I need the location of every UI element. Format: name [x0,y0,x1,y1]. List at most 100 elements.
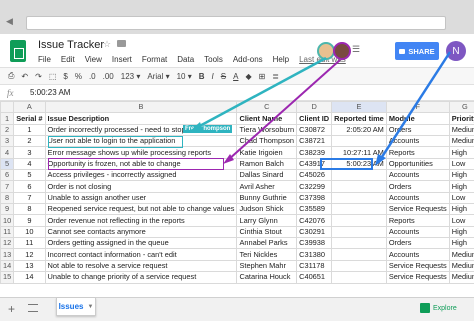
row-header[interactable]: 1 [0,112,15,125]
menu-file[interactable]: File [38,55,51,64]
font-dropdown[interactable]: Arial ▾ [147,72,169,81]
cell-reported-time[interactable] [331,214,387,227]
cell-reported-time[interactable]: Reported time [331,112,387,125]
cell-priority[interactable]: Medium [448,135,474,148]
cell-priority[interactable]: Low [448,157,474,171]
share-button[interactable]: SHARE [395,42,439,60]
cell-client-id[interactable]: C31380 [296,248,333,261]
cell-serial[interactable]: 13 [13,259,46,273]
formula-input[interactable]: 5:00:23 AM [30,88,70,97]
sheets-logo-icon[interactable] [10,40,26,62]
cell-module[interactable]: Accounts [385,169,450,182]
menu-format[interactable]: Format [142,55,167,64]
star-icon[interactable]: ☆ [103,39,111,50]
cell-reported-time[interactable]: 2:05:20 AM [331,123,387,137]
cell-client-name[interactable]: Teri Nickles [236,248,298,261]
cell-priority[interactable]: High [448,203,474,216]
cell-issue-description[interactable]: Order is not closing [44,180,238,193]
cell-serial[interactable]: 11 [13,237,46,250]
cell-issue-description[interactable]: User not able to login to the applicatio… [44,135,238,148]
menu-view[interactable]: View [85,55,102,64]
cell-client-id[interactable]: C39938 [296,237,333,250]
cell-priority[interactable]: High [448,237,474,250]
cell-client-id[interactable]: C38239 [296,146,333,159]
cell-client-id[interactable]: C30291 [296,225,333,239]
cell-priority[interactable]: Low [448,191,474,205]
grid-corner[interactable] [0,100,15,114]
collaborator-avatar[interactable] [333,42,351,60]
bold-button[interactable]: B [199,72,205,81]
row-header[interactable]: 2 [0,123,15,137]
column-header-b[interactable]: B [44,100,238,114]
cell-priority[interactable]: High [448,225,474,239]
row-header[interactable]: 3 [0,135,15,148]
cell-module[interactable]: Service Requests [385,271,450,284]
fill-color-icon[interactable]: ◆ [245,72,251,81]
all-sheets-icon[interactable] [28,304,38,312]
cell-module[interactable]: Reports [385,146,450,159]
column-header-a[interactable]: A [13,100,46,114]
cell-client-name[interactable]: Ramon Balch [236,157,298,171]
percent-button[interactable]: % [75,72,82,81]
cell-reported-time[interactable] [331,169,387,182]
cell-module[interactable]: Opportunities [385,157,450,171]
column-header-c[interactable]: C [236,100,298,114]
cell-issue-description[interactable]: Incorrect contact information - can't ed… [44,248,238,261]
cell-client-id[interactable]: C32299 [296,180,333,193]
cell-reported-time[interactable] [331,237,387,250]
cell-priority[interactable]: Medium [448,123,474,137]
cell-serial[interactable]: 10 [13,225,46,239]
row-header[interactable]: 15 [0,271,15,284]
row-header[interactable]: 14 [0,259,15,273]
cell-module[interactable]: Service Requests [385,259,450,273]
cell-client-name[interactable]: Annabel Parks [236,237,298,250]
row-header[interactable]: 13 [0,248,15,261]
cell-priority[interactable]: High [448,169,474,182]
cell-client-id[interactable]: Client ID [296,112,333,125]
cell-module[interactable]: Orders [385,123,450,137]
cell-reported-time[interactable] [331,259,387,273]
row-header[interactable]: 6 [0,169,15,182]
back-arrow-icon[interactable]: ◀ [6,16,13,27]
cell-issue-description[interactable]: Unable to change priority of a service r… [44,271,238,284]
comments-icon[interactable]: ☰ [352,44,368,58]
increase-decimal-button[interactable]: .00 [103,72,114,81]
cell-client-name[interactable]: Dallas Sinard [236,169,298,182]
cell-client-id[interactable]: C45026 [296,169,333,182]
cell-serial[interactable]: 6 [13,180,46,193]
cell-serial[interactable]: 3 [13,146,46,159]
cell-priority[interactable]: High [448,146,474,159]
folder-icon[interactable] [117,40,126,47]
cell-priority[interactable]: Medium [448,271,474,284]
cell-reported-time[interactable] [331,248,387,261]
sheet-tab-issues[interactable]: Issues ▼ [56,298,96,316]
cell-module[interactable]: Module [385,112,450,125]
undo-icon[interactable]: ↶ [21,72,28,81]
cell-serial[interactable]: Serial # [13,112,46,125]
number-format-dropdown[interactable]: 123 ▾ [121,72,141,81]
font-size-dropdown[interactable]: 10 ▾ [177,72,192,81]
cell-client-id[interactable]: C42076 [296,214,333,227]
borders-icon[interactable]: ⊞ [259,72,266,81]
tab-dropdown-icon[interactable]: ▼ [87,304,93,310]
row-header[interactable]: 9 [0,203,15,216]
strikethrough-button[interactable]: S [221,72,226,81]
cell-module[interactable]: Service Requests [385,203,450,216]
cell-issue-description[interactable]: Cannot see contacts anymore [44,225,238,239]
paint-format-icon[interactable]: ⬚ [49,72,57,81]
address-bar[interactable] [26,16,446,30]
cell-issue-description[interactable]: Orders getting assigned in the queue [44,237,238,250]
cell-client-name[interactable]: Larry Glynn [236,214,298,227]
cell-issue-description[interactable]: Opportunity is frozen, not able to chang… [44,157,238,171]
cell-module[interactable]: Accounts [385,248,450,261]
cell-client-id[interactable]: C31178 [296,259,333,273]
explore-button[interactable]: Explore [420,303,457,313]
cell-reported-time[interactable]: 5:00:23 AM [331,157,387,171]
cell-serial[interactable]: 5 [13,169,46,182]
column-header-e[interactable]: E [331,100,387,114]
menu-addons[interactable]: Add-ons [233,55,263,64]
cell-issue-description[interactable]: Not able to resolve a service request [44,259,238,273]
cell-client-name[interactable]: Avril Asher [236,180,298,193]
text-color-button[interactable]: A [233,72,238,81]
row-header[interactable]: 11 [0,225,15,239]
